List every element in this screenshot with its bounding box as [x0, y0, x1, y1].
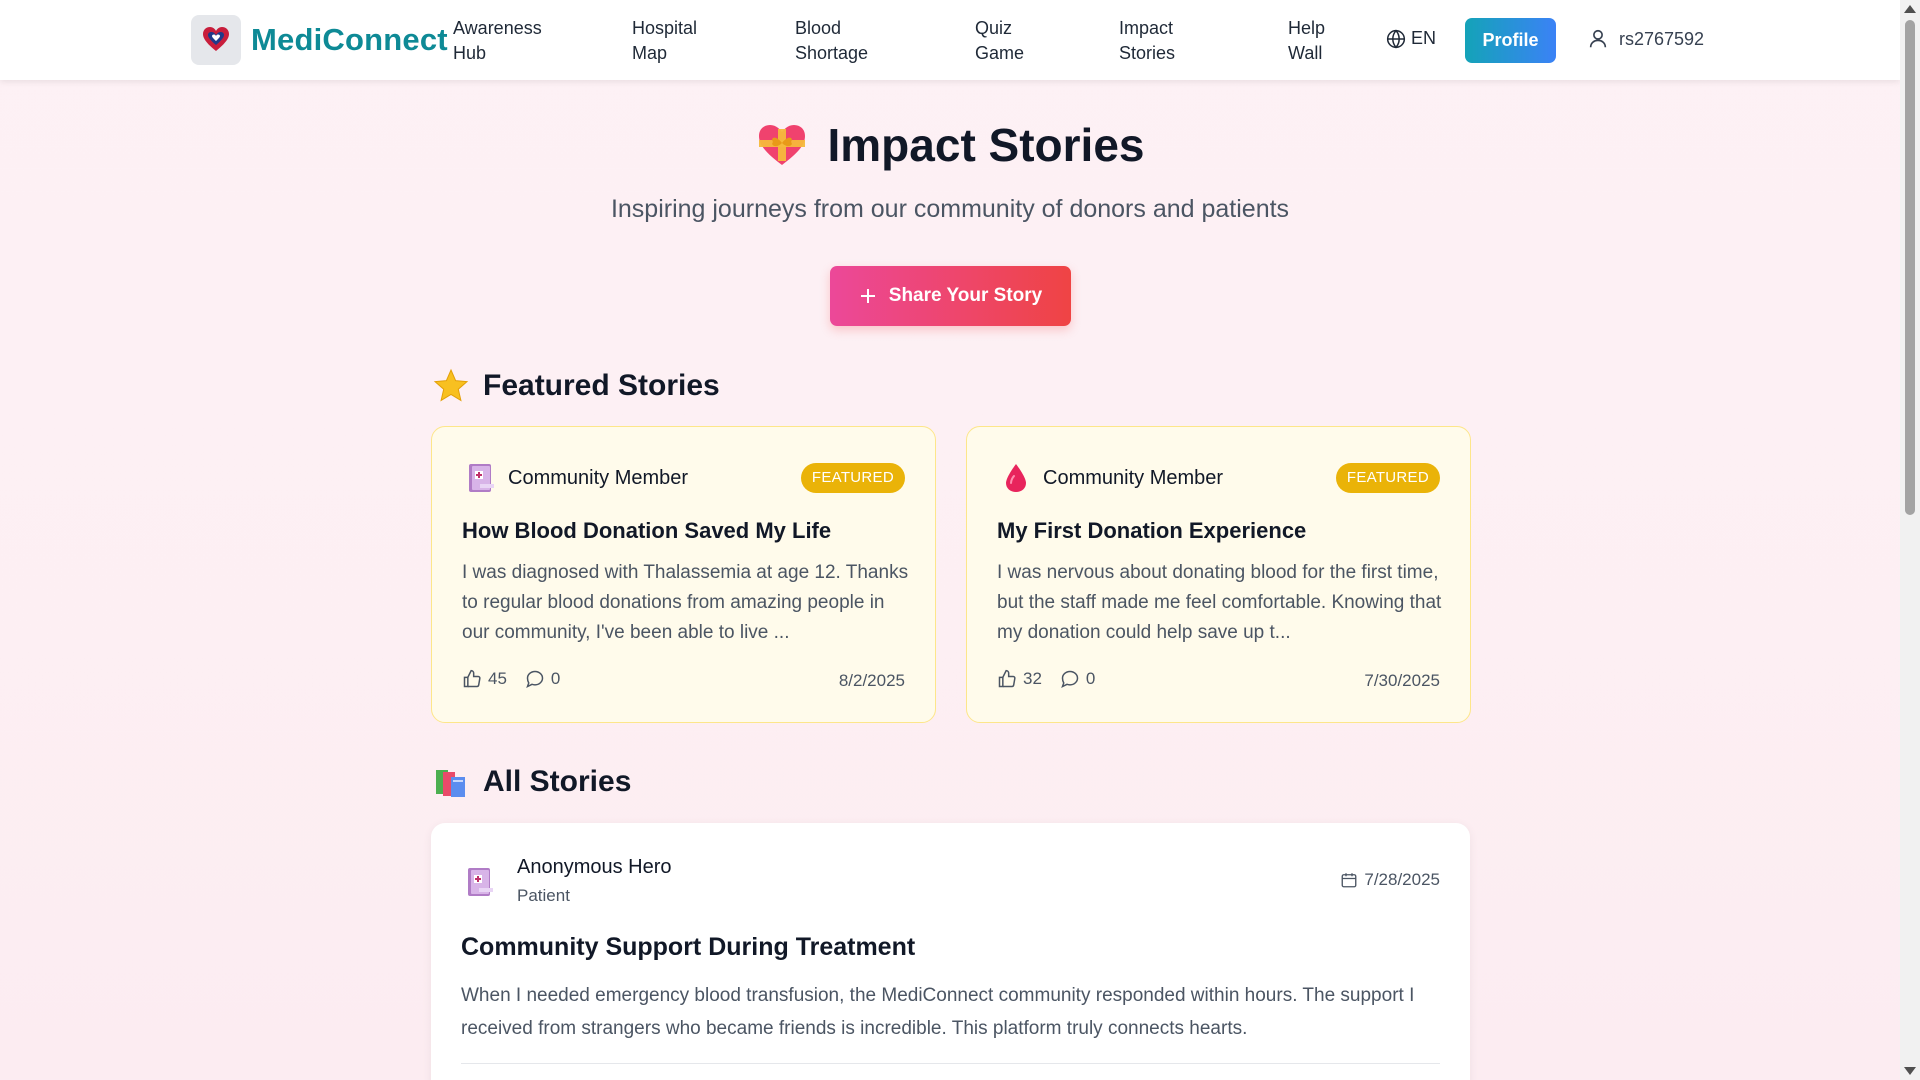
- nav-label-line2: Game: [975, 43, 1025, 63]
- language-selector[interactable]: EN: [1386, 28, 1436, 49]
- featured-badge: FEATURED: [800, 463, 905, 493]
- top-navbar: MediConnect Awareness Hub Hospital Map B…: [0, 0, 1900, 80]
- comment-count: 0: [550, 669, 561, 688]
- section-title: Featured Stories: [483, 369, 720, 402]
- nav-label-line1: Blood: [795, 18, 842, 38]
- language-code: EN: [1411, 28, 1437, 48]
- story-date: 8/2/2025: [838, 671, 905, 690]
- author-role: Patient: [517, 886, 570, 905]
- comment-count: 0: [1085, 669, 1096, 688]
- story-author: Community Member: [1001, 462, 1223, 494]
- author-name: Anonymous Hero: [517, 856, 672, 878]
- nav-label-line1: Help: [1288, 18, 1326, 38]
- heart-logo-icon: [203, 27, 229, 51]
- plus-icon: [860, 289, 875, 303]
- vertical-scrollbar[interactable]: [1900, 0, 1920, 1080]
- share-button-label: Share Your Story: [888, 285, 1043, 306]
- nav-label-line1: Quiz: [975, 18, 1013, 38]
- author-name: Community Member: [1043, 466, 1224, 489]
- nav-quiz-game[interactable]: Quiz Game: [975, 16, 1085, 66]
- thumbs-up-icon: [463, 669, 481, 688]
- calendar-icon: [1341, 873, 1357, 888]
- like-count: 45: [488, 669, 507, 688]
- author-name: Community Member: [508, 466, 689, 489]
- like-button[interactable]: 45: [462, 669, 507, 689]
- brand-name[interactable]: MediConnect: [251, 22, 448, 58]
- comment-icon: [526, 670, 544, 688]
- nav-label-line1: Impact: [1119, 18, 1174, 38]
- comment-button[interactable]: 0: [1060, 669, 1095, 689]
- featured-story-card[interactable]: Community Member FEATURED My First Donat…: [966, 426, 1471, 723]
- nav-blood-shortage[interactable]: Blood Shortage: [795, 16, 905, 66]
- page-title: Impact Stories: [827, 119, 1145, 171]
- books-icon: [436, 770, 465, 797]
- star-icon: [433, 368, 469, 402]
- section-title: All Stories: [483, 765, 632, 798]
- story-title[interactable]: My First Donation Experience: [997, 518, 1306, 544]
- page-subtitle: Inspiring journeys from our community of…: [610, 195, 1290, 223]
- nav-awareness-hub[interactable]: Awareness Hub: [453, 16, 563, 66]
- featured-story-card[interactable]: Community Member FEATURED How Blood Dona…: [431, 426, 936, 723]
- author-avatar: [465, 866, 495, 902]
- like-button[interactable]: 32: [997, 669, 1042, 689]
- scroll-up-arrow-icon[interactable]: [1904, 5, 1916, 13]
- book-icon: [468, 868, 493, 896]
- story-author: Community Member: [466, 462, 688, 494]
- username: rs2767592: [1619, 28, 1705, 49]
- book-icon: [469, 464, 494, 492]
- divider: [461, 1063, 1440, 1064]
- nav-label-line2: Wall: [1288, 43, 1323, 63]
- story-date: 7/28/2025: [1340, 870, 1440, 890]
- featured-stories-heading: Featured Stories: [433, 368, 720, 404]
- nav-label-line2: Shortage: [795, 43, 869, 63]
- scroll-down-arrow-icon[interactable]: [1904, 1067, 1916, 1075]
- thumbs-up-icon: [998, 669, 1016, 688]
- story-body: When I needed emergency blood transfusio…: [461, 985, 1415, 1039]
- nav-label-line1: Awareness: [453, 18, 542, 38]
- comment-icon: [1061, 670, 1079, 688]
- user-account[interactable]: rs2767592: [1587, 28, 1704, 50]
- nav-label-line1: Hospital: [632, 18, 698, 38]
- nav-label-line2: Map: [632, 43, 668, 63]
- all-stories-heading: All Stories: [433, 765, 631, 799]
- story-excerpt: I was nervous about donating blood for t…: [997, 562, 1442, 643]
- share-your-story-button[interactable]: Share Your Story: [830, 266, 1071, 326]
- nav-impact-stories[interactable]: Impact Stories: [1119, 16, 1229, 66]
- story-date: 7/30/2025: [1364, 671, 1440, 690]
- nav-hospital-map[interactable]: Hospital Map: [632, 16, 742, 66]
- date-text: 7/28/2025: [1364, 870, 1440, 889]
- comment-button[interactable]: 0: [525, 669, 560, 689]
- nav-help-wall[interactable]: Help Wall: [1288, 16, 1398, 66]
- brand-logo[interactable]: [191, 15, 241, 65]
- nav-label-line2: Stories: [1119, 43, 1176, 63]
- like-count: 32: [1023, 669, 1042, 688]
- scrollbar-thumb[interactable]: [1905, 20, 1915, 515]
- blood-drop-icon: [1006, 464, 1026, 492]
- profile-button[interactable]: Profile: [1465, 18, 1556, 63]
- nav-label-line2: Hub: [453, 43, 487, 63]
- story-title[interactable]: How Blood Donation Saved My Life: [462, 518, 831, 544]
- story-stats: 45 0: [462, 669, 560, 689]
- story-card[interactable]: Anonymous Hero Patient 7/28/2025 Communi…: [431, 823, 1470, 1080]
- story-stats: 32 0: [997, 669, 1095, 689]
- story-excerpt: I was diagnosed with Thalassemia at age …: [462, 562, 909, 643]
- story-title[interactable]: Community Support During Treatment: [461, 933, 915, 962]
- page-title-row: Impact Stories: [0, 118, 1900, 172]
- globe-icon: [1386, 29, 1406, 48]
- heart-with-ribbon-icon: [758, 125, 805, 165]
- featured-badge: FEATURED: [1335, 463, 1440, 493]
- user-icon: [1589, 29, 1607, 48]
